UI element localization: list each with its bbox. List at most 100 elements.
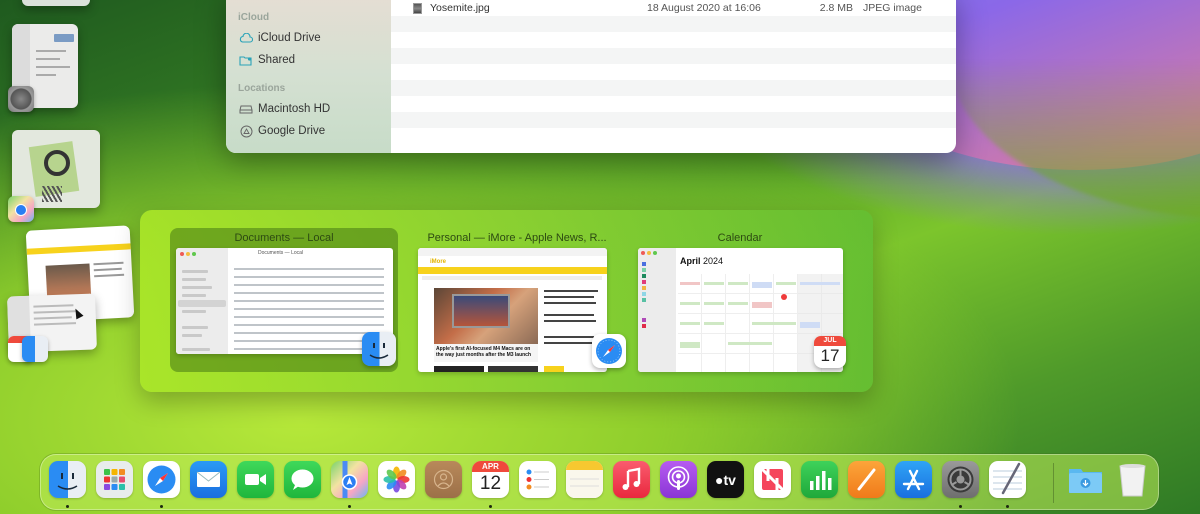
contacts-icon	[433, 469, 454, 490]
dock-maps[interactable]	[331, 461, 368, 498]
file-list: Yosemite.jpg 18 August 2020 at 16:06 2.8…	[391, 0, 956, 153]
apple-tv-label: tv	[723, 471, 736, 488]
music-icon	[622, 467, 641, 490]
safari-icon	[147, 465, 176, 494]
empty-row	[391, 48, 956, 64]
sidebar-item-icloud-drive[interactable]: iCloud Drive	[226, 27, 391, 49]
dock-reminders[interactable]	[519, 461, 556, 498]
sidebar-item-label: Macintosh HD	[258, 103, 331, 115]
dock-notes[interactable]	[566, 461, 603, 498]
system-settings-icon	[8, 86, 34, 112]
dock-trash[interactable]	[1114, 461, 1151, 498]
file-size: 2.8 MB	[819, 2, 853, 14]
dock-system-settings[interactable]	[942, 461, 979, 498]
dock-contacts[interactable]	[425, 461, 462, 498]
file-name: Yosemite.jpg	[430, 2, 490, 14]
running-indicator	[959, 505, 962, 508]
dock-textedit[interactable]	[989, 461, 1026, 498]
article-headline: Apple's first AI-focused M4 Macs are on …	[434, 344, 538, 362]
app-switcher: Documents — Local Documents — Local Pers…	[140, 210, 873, 392]
image-file-icon	[413, 2, 422, 14]
dock-messages[interactable]	[284, 461, 321, 498]
empty-row	[391, 96, 956, 112]
launchpad-icon	[104, 469, 125, 490]
running-indicator	[348, 505, 351, 508]
empty-row	[391, 80, 956, 96]
sidebar-section-locations: Locations	[238, 83, 286, 94]
empty-row	[391, 16, 956, 32]
switcher-item-calendar[interactable]: Calendar April 2024 JUL 17	[634, 228, 846, 372]
sidebar-item-label: Google Drive	[258, 125, 326, 137]
dock-photos[interactable]	[378, 461, 415, 498]
dock-app-store[interactable]	[895, 461, 932, 498]
dock-launchpad[interactable]	[96, 461, 133, 498]
dock-music[interactable]	[613, 461, 650, 498]
calendar-day: 12	[479, 473, 502, 494]
apple-tv-icon: ●	[715, 471, 724, 488]
dock-finder[interactable]	[49, 461, 86, 498]
dock-mail[interactable]	[190, 461, 227, 498]
switcher-item-title: Calendar	[717, 232, 763, 244]
dock-facetime[interactable]	[237, 461, 274, 498]
dock-downloads[interactable]	[1067, 461, 1104, 498]
dock-apple-tv[interactable]: ● tv	[707, 461, 744, 498]
downloads-folder-icon	[1069, 469, 1102, 493]
maps-icon	[8, 196, 34, 222]
safari-preview: iMore Apple's first AI-focused M4 Macs a…	[418, 248, 607, 372]
switcher-item-finder[interactable]: Documents — Local Documents — Local	[170, 228, 398, 372]
file-row[interactable]: Yosemite.jpg 18 August 2020 at 16:06 2.8…	[391, 0, 956, 16]
calendar-badge-day: 17	[820, 346, 840, 365]
running-indicator	[1006, 505, 1009, 508]
running-indicator	[66, 505, 69, 508]
mail-icon	[196, 471, 221, 487]
switcher-item-title: Documents — Local	[234, 232, 334, 244]
month-label: April	[680, 256, 701, 266]
notes-icon	[566, 461, 603, 498]
podcasts-icon	[667, 466, 690, 490]
app-store-icon	[902, 469, 925, 491]
google-drive-icon	[239, 124, 253, 138]
sidebar-item-macintosh-hd[interactable]: Macintosh HD	[226, 98, 391, 120]
safari-icon	[592, 334, 626, 368]
calendar-badge-month: JUL	[814, 336, 846, 346]
empty-row	[391, 64, 956, 80]
shared-folder-icon	[239, 53, 253, 67]
dock: APR 12 ● tv	[40, 454, 1159, 510]
sidebar-item-label: Shared	[258, 54, 296, 66]
dock-news[interactable]	[754, 461, 791, 498]
sidebar-item-shared[interactable]: Shared	[226, 49, 391, 71]
news-icon	[760, 467, 785, 492]
maps-icon	[341, 461, 358, 498]
running-indicator	[160, 505, 163, 508]
sidebar-item-google-drive[interactable]: Google Drive	[226, 120, 391, 142]
calendar-preview: April 2024	[638, 248, 843, 372]
finder-preview: Documents — Local	[176, 248, 393, 354]
switcher-item-safari[interactable]: Personal — iMore - Apple News, R... iMor…	[412, 228, 626, 372]
empty-row	[391, 112, 956, 128]
cursor-icon	[71, 306, 84, 320]
dock-numbers[interactable]	[801, 461, 838, 498]
finder-icon	[362, 332, 396, 366]
dock-calendar[interactable]: APR 12	[472, 461, 509, 498]
finder-preview-path: Documents — Local	[258, 250, 304, 256]
dock-pages[interactable]	[848, 461, 885, 498]
empty-row	[391, 128, 956, 144]
calendar-icon: JUL 17	[814, 336, 846, 368]
textedit-icon	[993, 462, 1022, 495]
running-indicator	[489, 505, 492, 508]
finder-sidebar: iCloud iCloud Drive Shared Locations Mac…	[226, 0, 391, 153]
cloud-icon	[239, 31, 253, 45]
stage-window-thumbnail[interactable]	[22, 0, 90, 6]
hard-drive-icon	[239, 102, 253, 116]
sidebar-section-icloud: iCloud	[238, 12, 270, 23]
calendar-month-title: April 2024	[680, 256, 723, 266]
calendar-month: APR	[472, 461, 509, 472]
trash-icon	[1119, 464, 1146, 497]
photos-icon	[383, 466, 410, 493]
file-kind: JPEG image	[863, 2, 922, 14]
dock-safari[interactable]	[143, 461, 180, 498]
finder-window[interactable]: iCloud iCloud Drive Shared Locations Mac…	[226, 0, 956, 153]
finder-icon	[57, 473, 78, 490]
dock-separator	[1053, 463, 1054, 503]
dock-podcasts[interactable]	[660, 461, 697, 498]
